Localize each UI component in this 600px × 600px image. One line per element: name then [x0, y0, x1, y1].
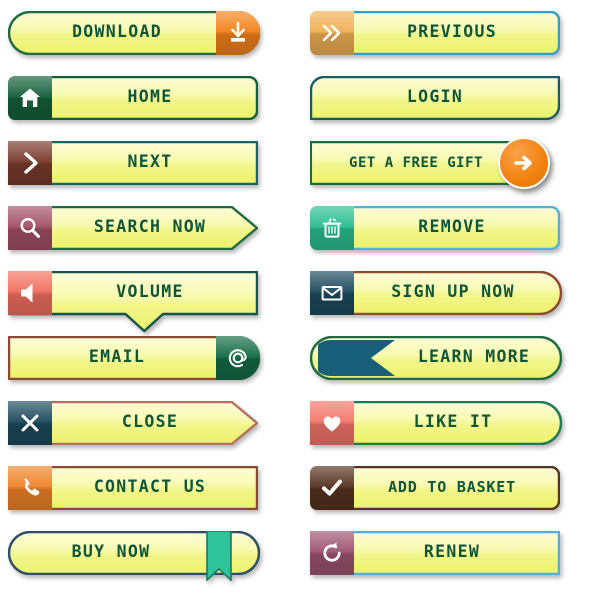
envelope-icon: [310, 270, 354, 315]
button-content: NEXT: [8, 140, 258, 185]
home-icon: [8, 75, 52, 120]
button-content: LOGIN: [310, 76, 560, 120]
download-icon: [216, 10, 260, 55]
button-add-to-basket[interactable]: ADD TO BASKET: [310, 465, 560, 510]
button-content: HOME: [8, 75, 258, 120]
button-buy-now[interactable]: BUY NOW: [8, 529, 260, 582]
close-x-icon: [8, 400, 52, 445]
button-label: LOGIN: [406, 87, 464, 107]
bookmark-ribbon-icon: [206, 529, 232, 582]
button-volume[interactable]: VOLUME: [8, 270, 258, 332]
button-content: RENEW: [310, 530, 560, 575]
button-content: REMOVE: [310, 205, 560, 250]
button-label: DOWNLOAD: [72, 22, 162, 42]
button-slot: SEARCH NOW: [8, 195, 298, 260]
button-slot: HOME: [8, 65, 298, 130]
button-content: CLOSE: [8, 400, 258, 445]
search-icon: [8, 205, 52, 250]
button-slot: DOWNLOAD: [8, 0, 298, 65]
button-next[interactable]: NEXT: [8, 140, 258, 185]
button-slot: ADD TO BASKET: [310, 455, 600, 520]
button-login[interactable]: LOGIN: [310, 75, 560, 120]
ribbon-left-icon: [312, 339, 396, 377]
heart-icon: [310, 400, 354, 445]
button-download[interactable]: DOWNLOAD: [8, 10, 260, 55]
button-label: CONTACT US: [93, 477, 207, 497]
button-label: PREVIOUS: [407, 22, 497, 42]
button-label: GET A FREE GIFT: [349, 154, 483, 171]
button-label: EMAIL: [88, 347, 146, 367]
button-like-it[interactable]: LIKE IT: [310, 400, 562, 445]
button-contact-us[interactable]: CONTACT US: [8, 465, 258, 510]
button-slot: NEXT: [8, 130, 298, 195]
button-remove[interactable]: REMOVE: [310, 205, 560, 250]
button-label: BUY NOW: [71, 542, 151, 562]
button-slot: GET A FREE GIFT: [310, 130, 600, 195]
button-email[interactable]: EMAIL: [8, 335, 260, 380]
button-label: LEARN MORE: [417, 347, 531, 367]
refresh-icon: [310, 530, 354, 575]
button-label: CLOSE: [121, 412, 179, 432]
button-learn-more[interactable]: LEARN MORE: [310, 335, 562, 380]
button-slot: PREVIOUS: [310, 0, 600, 65]
arrow-circle-right-icon[interactable]: [498, 136, 550, 189]
button-content: SIGN UP NOW: [310, 270, 562, 315]
button-slot: SIGN UP NOW: [310, 260, 600, 325]
double-chevron-icon: [310, 10, 354, 55]
button-get-a-free-gift[interactable]: GET A FREE GIFT: [310, 136, 550, 189]
right-column: PREVIOUS LOGIN GET A FREE GIFT REMOVE SI…: [310, 0, 600, 585]
check-icon: [310, 465, 354, 510]
button-label: ADD TO BASKET: [388, 478, 516, 496]
button-search-now[interactable]: SEARCH NOW: [8, 205, 258, 250]
button-slot: CONTACT US: [8, 455, 298, 520]
button-content: CONTACT US: [8, 465, 258, 510]
button-set-canvas: DOWNLOAD HOME NEXT SEARCH NOW VOLUME EMA…: [0, 0, 600, 600]
button-home[interactable]: HOME: [8, 75, 258, 120]
button-slot: EMAIL: [8, 325, 298, 390]
left-column: DOWNLOAD HOME NEXT SEARCH NOW VOLUME EMA…: [8, 0, 298, 585]
button-content: LIKE IT: [310, 400, 562, 445]
button-content: VOLUME: [8, 270, 258, 315]
button-label: VOLUME: [116, 282, 184, 302]
button-label: SEARCH NOW: [93, 217, 207, 237]
phone-icon: [8, 465, 52, 510]
at-sign-icon: [216, 335, 260, 380]
button-previous[interactable]: PREVIOUS: [310, 10, 560, 55]
button-label: SIGN UP NOW: [391, 282, 515, 302]
trash-icon: [310, 205, 354, 250]
button-slot: LIKE IT: [310, 390, 600, 455]
button-close[interactable]: CLOSE: [8, 400, 258, 445]
chevron-right-icon: [8, 140, 52, 185]
button-content: PREVIOUS: [310, 10, 560, 55]
button-slot: LOGIN: [310, 65, 600, 130]
button-sign-up-now[interactable]: SIGN UP NOW: [310, 270, 562, 315]
button-slot: REMOVE: [310, 195, 600, 260]
button-slot: RENEW: [310, 520, 600, 585]
button-slot: VOLUME: [8, 260, 298, 332]
button-label: REMOVE: [418, 217, 486, 237]
button-label: RENEW: [423, 542, 481, 562]
button-content: DOWNLOAD: [8, 10, 260, 55]
button-slot: LEARN MORE: [310, 325, 600, 390]
button-content: ADD TO BASKET: [310, 465, 560, 510]
button-label: HOME: [127, 87, 173, 107]
button-slot: CLOSE: [8, 390, 298, 455]
speaker-icon: [8, 270, 52, 315]
button-content: EMAIL: [8, 335, 260, 380]
button-label: NEXT: [127, 152, 173, 172]
button-renew[interactable]: RENEW: [310, 530, 560, 575]
button-label: LIKE IT: [413, 412, 493, 432]
button-content: SEARCH NOW: [8, 205, 258, 250]
button-slot: BUY NOW: [8, 520, 298, 585]
